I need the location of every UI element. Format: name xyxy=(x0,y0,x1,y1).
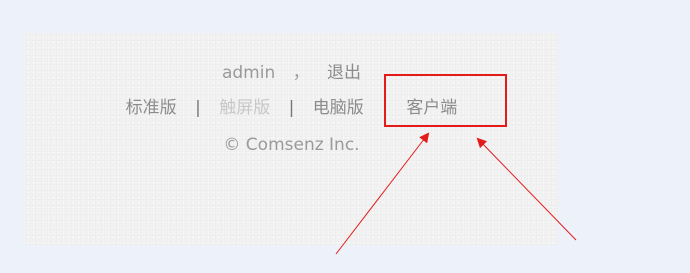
nav-divider: | xyxy=(195,98,201,118)
page: admin ， 退出 标准版 | 触屏版 | 电脑版 | 客户端 © Comse… xyxy=(0,0,690,273)
copyright-text: © Comsenz Inc. xyxy=(223,135,360,155)
nav-divider: | xyxy=(288,98,295,118)
nav-touch-current: 触屏版 xyxy=(219,98,271,118)
logout-link[interactable]: 退出 xyxy=(327,63,361,83)
username-link[interactable]: admin xyxy=(222,63,275,83)
nav-standard-link[interactable]: 标准版 xyxy=(126,98,177,118)
nav-desktop-link[interactable]: 电脑版 xyxy=(313,98,364,118)
footer-panel: admin ， 退出 标准版 | 触屏版 | 电脑版 | 客户端 © Comse… xyxy=(25,33,558,245)
user-separator: ， xyxy=(292,63,310,83)
annotation-highlight-box xyxy=(384,74,507,127)
